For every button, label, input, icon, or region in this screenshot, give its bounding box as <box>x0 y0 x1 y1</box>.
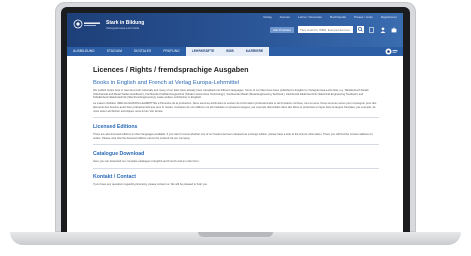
nav-item-karriere[interactable]: Karriere <box>239 47 270 56</box>
section-contact-heading: Kontakt / Contact <box>93 174 136 181</box>
search-input[interactable] <box>298 26 353 33</box>
nav-item-lehrkraefte[interactable]: Lehrkräfte <box>185 47 221 56</box>
nav-item-pruefung[interactable]: Prüfung <box>157 47 185 56</box>
section-catalogue-heading: Catalogue Download <box>93 150 145 157</box>
util-link-buchhandel[interactable]: Buchhandel <box>330 15 346 19</box>
section-books-text-en: We publish books here in Germany both na… <box>93 89 369 100</box>
divider <box>93 167 379 169</box>
utility-nav: Verlag Autoren Lehrer / Dozenten Buchhan… <box>263 15 397 19</box>
nav-item-ausbildung[interactable]: Ausbildung <box>67 47 101 56</box>
util-link-registrieren[interactable]: Registrieren <box>381 15 397 19</box>
divider <box>93 117 379 118</box>
laptop-notch <box>198 232 273 237</box>
cart-icon[interactable] <box>390 26 397 33</box>
section-books-text-fr: La maison d'édition VERLAG EUROPA-LEHRMI… <box>93 102 377 113</box>
util-link-presse[interactable]: Presse / Links <box>354 15 373 19</box>
browser-screen: Stark in Bildung Verlag Europa-Lehrmitte… <box>67 13 403 232</box>
europa-badge-icon <box>385 48 398 55</box>
util-link-verlag[interactable]: Verlag <box>263 15 272 19</box>
section-licensed-text: There are also licensed editions in othe… <box>93 132 373 140</box>
main-content: Licences / Rights / fremdsprachige Ausga… <box>93 65 379 189</box>
site-header: Stark in Bildung Verlag Europa-Lehrmitte… <box>67 13 403 47</box>
search-icon[interactable] <box>357 26 364 33</box>
search-scope-button[interactable]: Alle Produkte <box>270 26 294 33</box>
wishlist-icon[interactable] <box>368 26 375 33</box>
user-icon[interactable] <box>379 26 386 33</box>
nav-item-digitales[interactable]: Digitales <box>128 47 157 56</box>
nav-item-bob[interactable]: Bob <box>220 47 240 56</box>
search-row: Alle Produkte <box>270 26 397 33</box>
brand-subtitle: Verlag Europa-Lehrmittel <box>106 26 140 30</box>
europa-logo-icon[interactable] <box>73 19 101 29</box>
section-licensed-heading: Licensed Editions <box>93 123 138 130</box>
section-books-heading: Books in English and French at Verlag Eu… <box>93 80 239 86</box>
util-link-lehrer[interactable]: Lehrer / Dozenten <box>298 15 322 19</box>
util-link-autoren[interactable]: Autoren <box>280 15 291 19</box>
page-title: Licences / Rights / fremdsprachige Ausga… <box>93 65 249 74</box>
divider <box>93 144 379 145</box>
nav-item-studium[interactable]: Studium <box>101 47 128 56</box>
section-contact-text: If you have any questions regarding lice… <box>93 183 208 187</box>
section-catalogue-text: Here you can download our complete catal… <box>93 159 200 163</box>
main-nav: Ausbildung Studium Digitales Prüfung Leh… <box>67 47 403 56</box>
